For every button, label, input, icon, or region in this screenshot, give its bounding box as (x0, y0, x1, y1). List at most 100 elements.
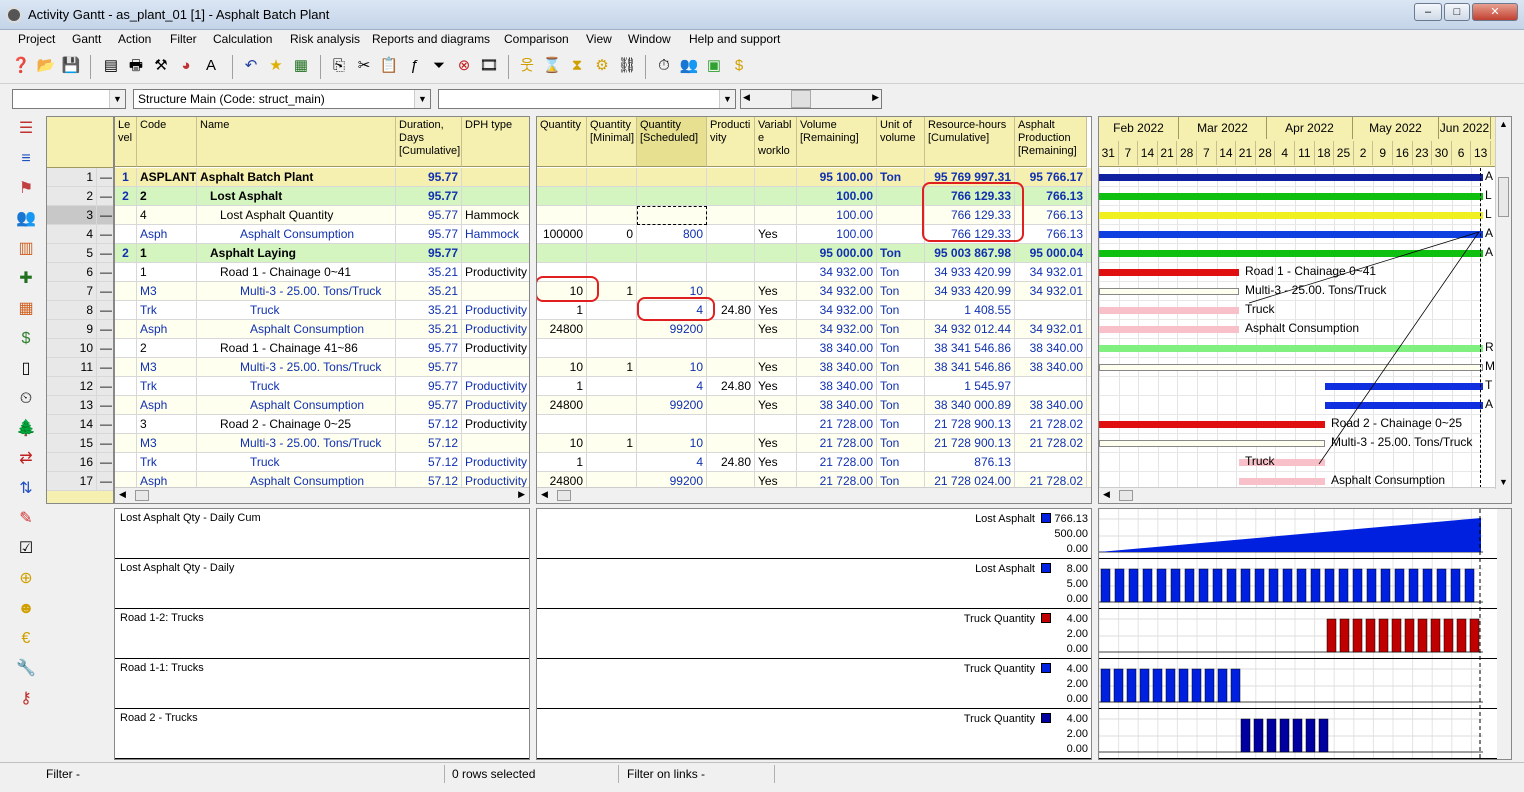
menu-action[interactable]: Action (118, 32, 151, 46)
copy-icon[interactable]: ⎘ (328, 55, 350, 77)
table-row[interactable]: M3 Multi-3 - 25.00. Tons/Truck 35.21 (115, 282, 529, 301)
table-row[interactable]: 2 Road 1 - Chainage 41~86 95.77 Productivit… (115, 339, 529, 358)
worker-icon[interactable]: 웃 (516, 55, 538, 77)
table-row[interactable]: 2 2 Lost Asphalt 95.77 (115, 187, 529, 206)
collapse-toggle[interactable]: — (97, 358, 113, 377)
menu-filter[interactable]: Filter (170, 32, 197, 46)
row-number[interactable]: 5— (47, 244, 113, 263)
row-number[interactable]: 3— (47, 206, 113, 225)
col-unit-header[interactable]: Unit of volume (877, 117, 925, 167)
help-icon[interactable]: ❓ (10, 55, 32, 77)
star-icon[interactable]: ★ (265, 55, 287, 77)
collapse-toggle[interactable]: — (97, 396, 113, 415)
menu-reports[interactable]: Reports and diagrams (372, 32, 490, 46)
view-select[interactable]: ▼ (12, 89, 126, 109)
table-row[interactable]: M3 Multi-3 - 25.00. Tons/Truck 95.77 (115, 358, 529, 377)
save-icon[interactable]: 💾 (60, 55, 82, 77)
row-number[interactable]: 12— (47, 377, 113, 396)
horizontal-scrollbar[interactable]: ◀ ▶ (115, 487, 529, 503)
clear-filter-icon[interactable]: ⊗ (453, 55, 475, 77)
menu-window[interactable]: Window (628, 32, 671, 46)
col-variable-header[interactable]: Variabl e worklo (755, 117, 797, 167)
table-row[interactable]: 1 4 24.80 Yes 34 932.00 Ton 1 408.55 (537, 301, 1091, 320)
selected-cell[interactable] (637, 206, 707, 225)
tool-circle-icon[interactable]: ⊕ (12, 566, 40, 592)
table-row[interactable]: 3 Road 2 - Chainage 0~25 57.12 Productivity (115, 415, 529, 434)
filter-select[interactable]: ▼ (438, 89, 736, 109)
table-row[interactable]: 34 932.00 Ton 34 933 420.99 34 932.01 (537, 263, 1091, 282)
table-row[interactable]: Trk Truck 35.21 Productivity (115, 301, 529, 320)
row-number[interactable]: 7— (47, 282, 113, 301)
row-number[interactable]: 11— (47, 358, 113, 377)
row-number[interactable]: 6— (47, 263, 113, 282)
function-icon[interactable]: ƒ (403, 55, 425, 77)
money-circle-icon[interactable]: € (12, 626, 40, 652)
collapse-toggle[interactable]: — (97, 415, 113, 434)
table-row[interactable]: Asph Asphalt Consumption 95.77 Hammock (115, 225, 529, 244)
cut-icon[interactable]: ✂ (353, 55, 375, 77)
row-number[interactable]: 15— (47, 434, 113, 453)
minimize-button[interactable]: – (1414, 3, 1442, 21)
collapse-toggle[interactable]: — (97, 320, 113, 339)
resource-icon[interactable]: ▣ (703, 55, 725, 77)
table-row[interactable]: 10 1 10 Yes 38 340.00 Ton 38 341 546.86 38 340.… (537, 358, 1091, 377)
checklist-icon[interactable]: ☑ (12, 536, 40, 562)
table-row[interactable]: 38 340.00 Ton 38 341 546.86 38 340.00 (537, 339, 1091, 358)
network-icon[interactable]: ⚑ (12, 176, 40, 202)
table-row[interactable]: Asph Asphalt Consumption 35.21 Productivity (115, 320, 529, 339)
calendar-clock-icon[interactable]: ⏲ (12, 386, 40, 412)
table-row[interactable]: 1 Road 1 - Chainage 0~41 35.21 Productivity (115, 263, 529, 282)
collapse-toggle[interactable]: — (97, 453, 113, 472)
undo-icon[interactable]: ↶ (240, 55, 262, 77)
tool-icon[interactable]: ⚙ (591, 55, 613, 77)
table-icon[interactable]: ▤ (100, 55, 122, 77)
col-name-header[interactable]: Name (197, 117, 396, 167)
tools-icon[interactable]: ⚒ (150, 55, 172, 77)
maximize-button[interactable]: □ (1444, 3, 1470, 21)
table-row[interactable]: 2 1 Asphalt Laying 95.77 (115, 244, 529, 263)
team-icon[interactable]: 👥 (12, 206, 40, 232)
row-number[interactable]: 9— (47, 320, 113, 339)
clock-icon[interactable]: ⏱ (653, 55, 675, 77)
excel-icon[interactable]: ▦ (290, 55, 312, 77)
table-row[interactable]: 21 728.00 Ton 21 728 900.13 21 728.02 (537, 415, 1091, 434)
table-row[interactable]: 10 1 10 Yes 34 932.00 Ton 34 933 420.99 34 932.… (537, 282, 1091, 301)
filter-icon[interactable]: ⏷ (428, 55, 450, 77)
horizontal-scrollbar[interactable]: ◀ (1099, 487, 1511, 503)
collapse-toggle[interactable]: — (97, 472, 113, 491)
wrench-icon[interactable]: 🔧 (12, 656, 40, 682)
table-row[interactable]: 1 4 24.80 Yes 21 728.00 Ton 876.13 (537, 453, 1091, 472)
col-asphalt-production-header[interactable]: Asphalt Production [Remaining] (1015, 117, 1087, 167)
list-view-icon[interactable]: ≡ (12, 146, 40, 172)
menu-gantt[interactable]: Gantt (72, 32, 101, 46)
zoom-slider[interactable]: ◀ ▶ (740, 89, 882, 109)
key-icon[interactable]: ⚷ (12, 686, 40, 712)
open-folder-icon[interactable]: 📂 (35, 55, 57, 77)
tree-icon[interactable]: 🌲 (12, 416, 40, 442)
table-row[interactable]: 24800 99200 Yes 38 340.00 Ton 38 340 000.89 38… (537, 396, 1091, 415)
col-qmin-header[interactable]: Quantity [Minimal] (587, 117, 637, 167)
col-code-header[interactable]: Code (137, 117, 197, 167)
row-number[interactable]: 13— (47, 396, 113, 415)
row-number[interactable]: 2— (47, 187, 113, 206)
menu-help[interactable]: Help and support (689, 32, 780, 46)
collapse-toggle[interactable]: — (97, 377, 113, 396)
collapse-toggle[interactable]: — (97, 225, 113, 244)
horizontal-scrollbar[interactable]: ◀ (537, 487, 1091, 503)
table-row[interactable]: 1 4 24.80 Yes 38 340.00 Ton 1 545.97 (537, 377, 1091, 396)
col-resource-hours-header[interactable]: Resource-hours [Cumulative] (925, 117, 1015, 167)
table-row[interactable]: 24800 99200 Yes 34 932.00 Ton 34 932 012.44 34… (537, 320, 1091, 339)
table-row[interactable]: 95 000.00 Ton 95 003 867.98 95 000.04 (537, 244, 1091, 263)
col-quantity-header[interactable]: Quantity (537, 117, 587, 167)
row-number[interactable]: 17— (47, 472, 113, 491)
vertical-scrollbar[interactable]: ▲ ▼ (1495, 117, 1511, 489)
row-number[interactable]: 1— (47, 168, 113, 187)
collapse-toggle[interactable]: — (97, 244, 113, 263)
collapse-toggle[interactable]: — (97, 168, 113, 187)
people-circle-icon[interactable]: ☻ (12, 596, 40, 622)
cost-icon[interactable]: $ (12, 326, 40, 352)
gantt-view-icon[interactable]: ☰ (12, 116, 40, 142)
col-qsch-header[interactable]: Quantity [Scheduled] (637, 117, 707, 167)
collapse-toggle[interactable]: — (97, 263, 113, 282)
menu-project[interactable]: Project (18, 32, 55, 46)
